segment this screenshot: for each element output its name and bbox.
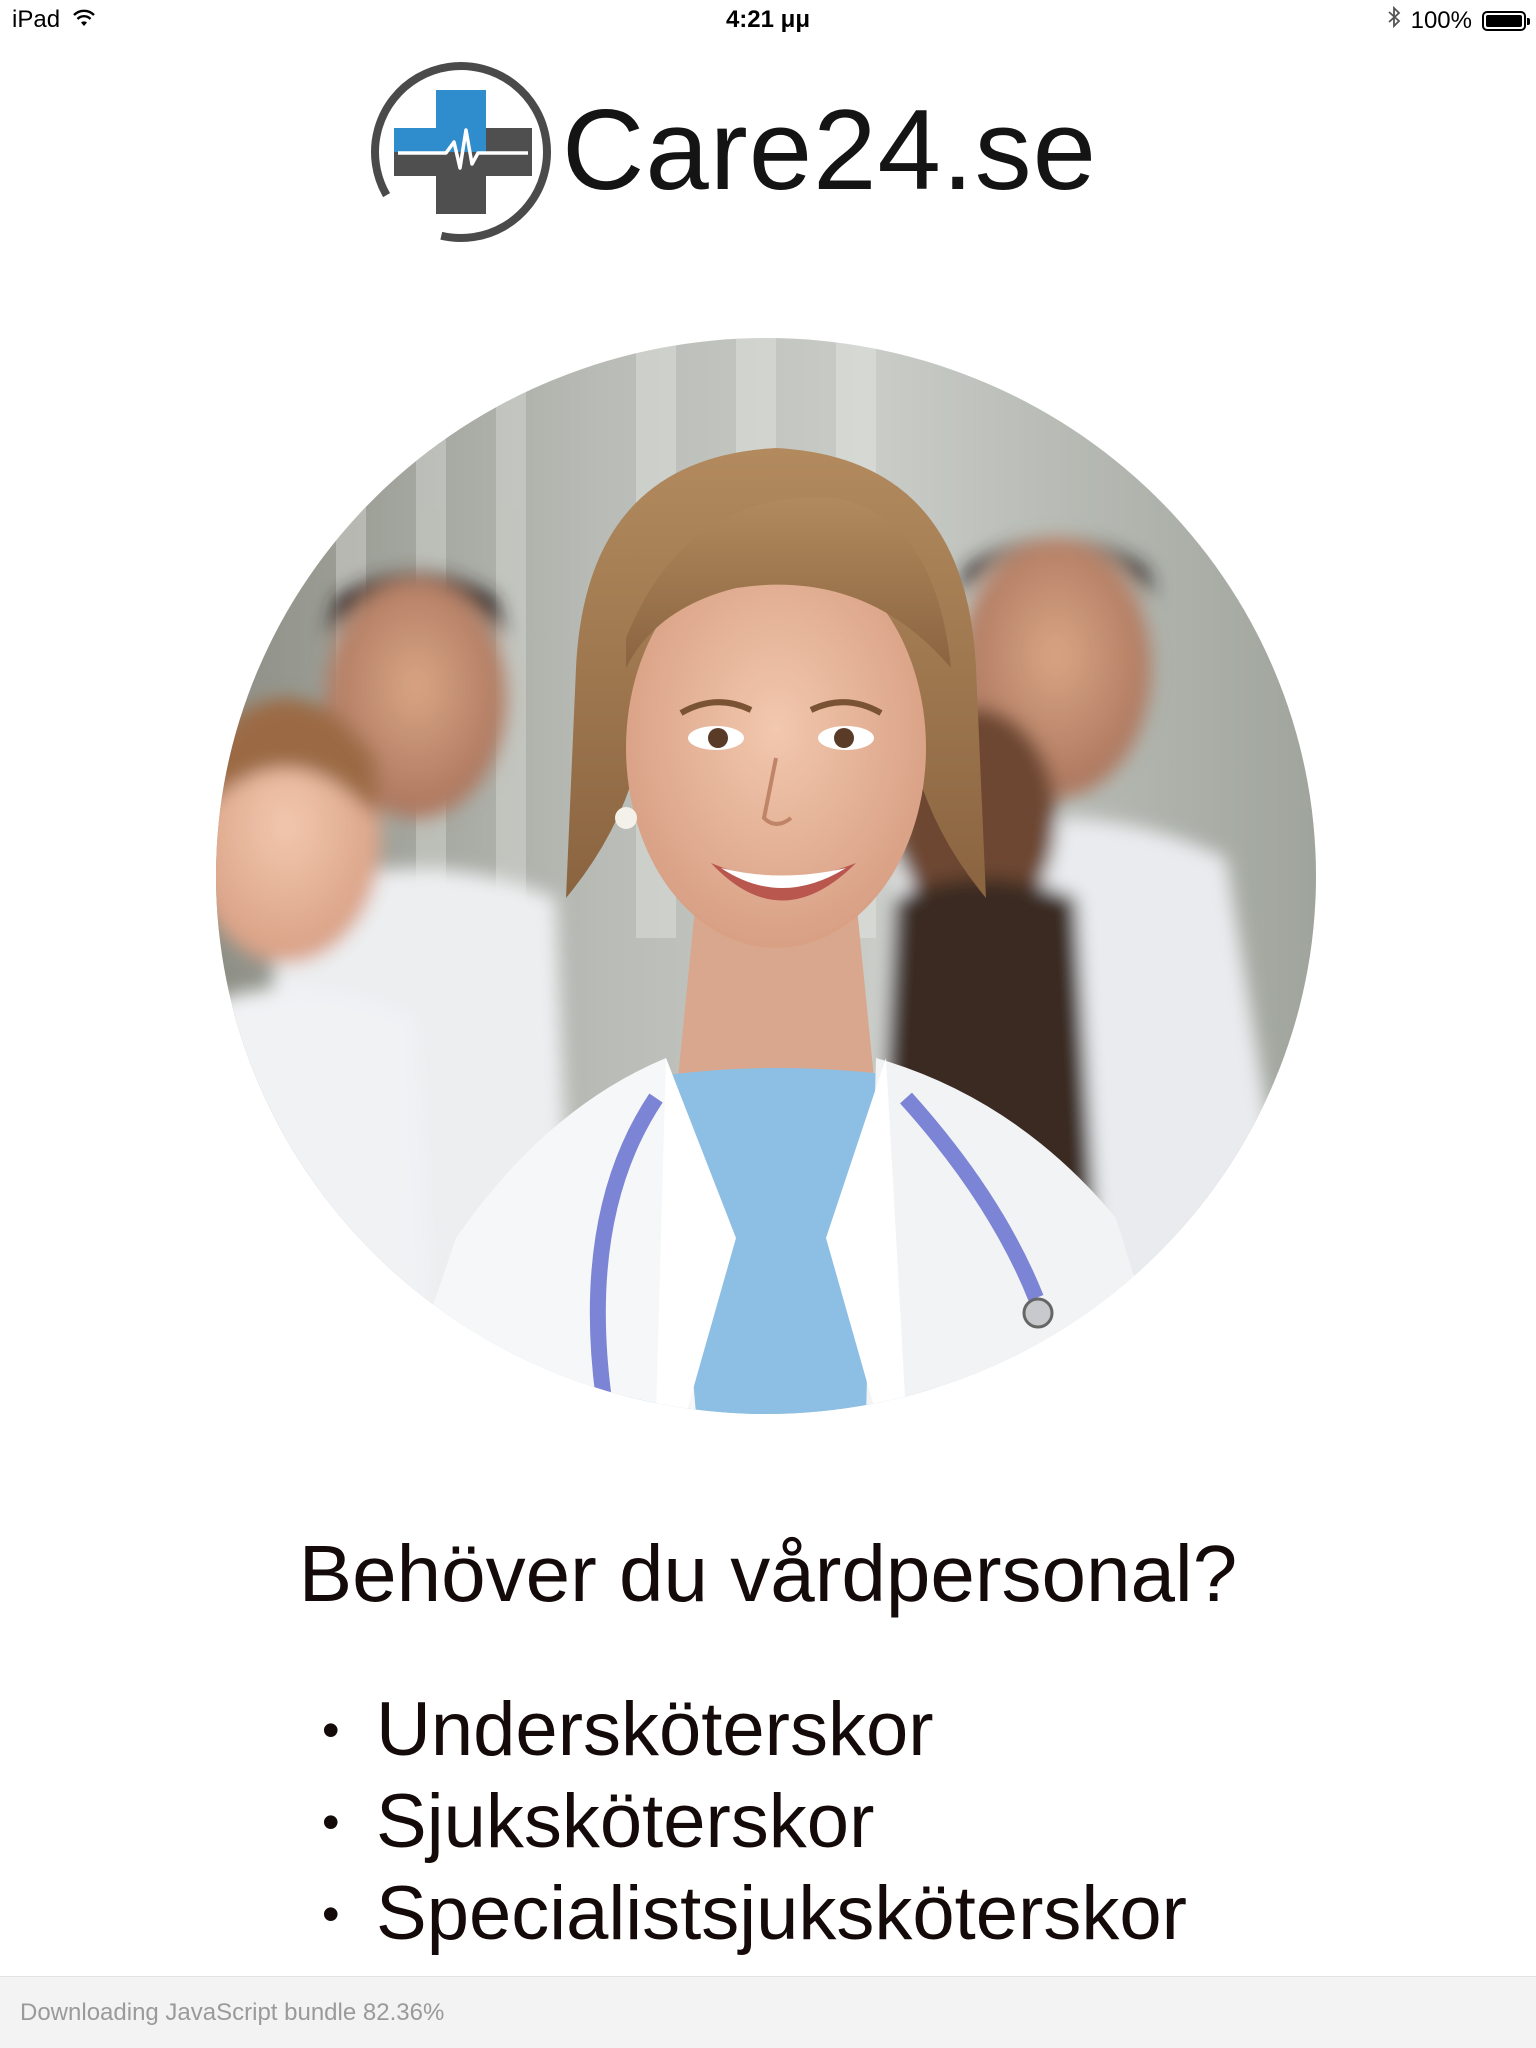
status-right: 100% [1387,5,1530,35]
list-item: • Sjuksköterskor [322,1776,1187,1868]
service-label: Sjuksköterskor [376,1779,875,1864]
app-screen: iPad 4:21 μμ 100% Care24.se Behöver du v… [0,0,1536,2048]
medical-cross-logo-icon [371,62,551,242]
logo-text: Care24.se [562,87,1097,214]
battery-percent: 100% [1410,6,1472,34]
bluetooth-icon [1387,5,1401,35]
bundle-download-banner: Downloading JavaScript bundle 82.36% [0,1976,1536,2048]
headline: Behöver du vårdpersonal? [298,1529,1238,1618]
bullet-icon: • [322,1794,340,1850]
bullet-icon: • [322,1886,340,1942]
service-label: Undersköterskor [376,1687,934,1772]
status-bar: iPad 4:21 μμ 100% [0,0,1536,40]
hero-photo [216,338,1316,1414]
medical-staff-photo-icon [216,338,1316,1414]
battery-icon [1482,10,1530,31]
list-item: • Specialistsjuksköterskor [322,1868,1187,1960]
service-label: Specialistsjuksköterskor [376,1871,1187,1956]
bundle-download-status: Downloading JavaScript bundle 82.36% [20,1999,445,2026]
services-list: • Undersköterskor • Sjuksköterskor • Spe… [322,1684,1187,1960]
app-logo: Care24.se [366,56,1176,246]
battery-level [1486,14,1522,27]
status-time: 4:21 μμ [725,6,811,33]
list-item: • Undersköterskor [322,1684,1187,1776]
bullet-icon: • [322,1702,340,1758]
